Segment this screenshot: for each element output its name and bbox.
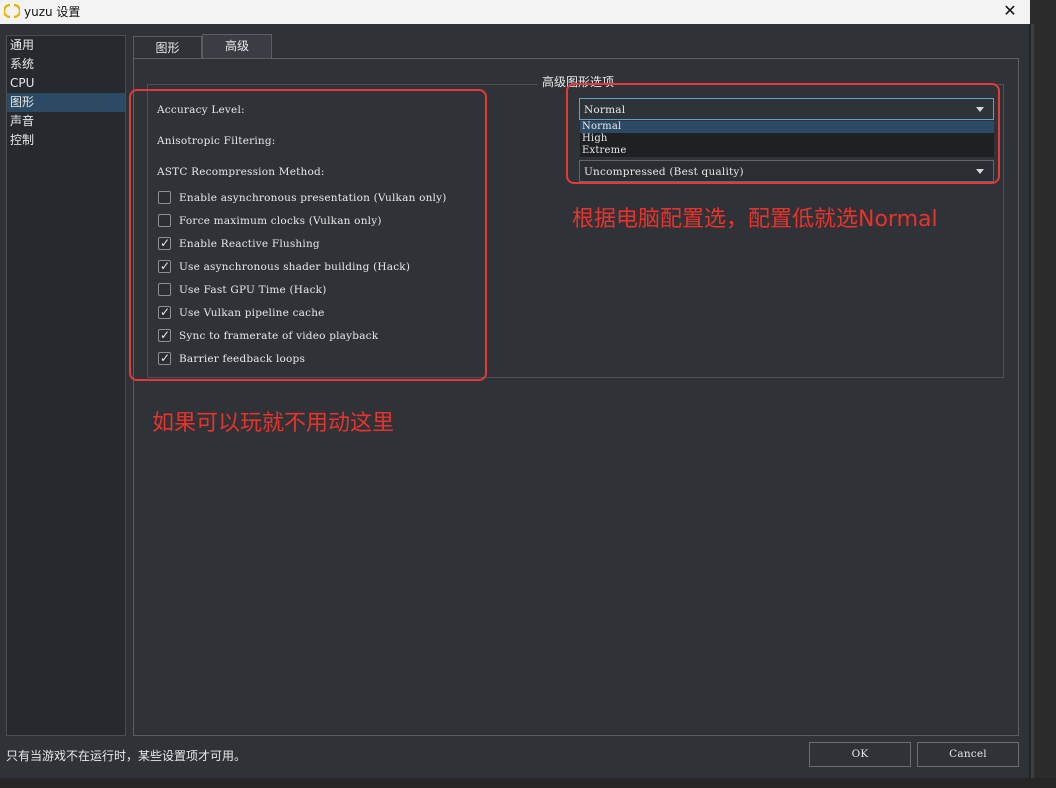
annotation-box-left: [129, 89, 487, 381]
ok-button[interactable]: OK: [809, 742, 911, 767]
sidebar-item-cpu[interactable]: CPU: [7, 74, 125, 93]
window-title: yuzu 设置: [24, 5, 81, 19]
annotation-text-left: 如果可以玩就不用动这里: [152, 411, 395, 436]
yuzu-logo-icon: [2, 3, 22, 19]
annotation-box-right: [566, 83, 1000, 184]
footer-note: 只有当游戏不在运行时，某些设置项才可用。: [6, 749, 247, 763]
sidebar-item-system[interactable]: 系统: [7, 55, 125, 74]
background-bottom: [0, 778, 1056, 788]
tab-graphics[interactable]: 图形: [133, 36, 202, 59]
cancel-button[interactable]: Cancel: [917, 742, 1019, 767]
sidebar-item-audio[interactable]: 声音: [7, 112, 125, 131]
annotation-text-right: 根据电脑配置选，配置低就选Normal: [572, 207, 938, 232]
category-list: 通用 系统 CPU 图形 声音 控制: [6, 35, 126, 736]
background-edge: [1031, 0, 1056, 788]
close-icon[interactable]: ✕: [998, 0, 1022, 24]
tab-advanced[interactable]: 高级: [202, 34, 272, 59]
settings-window: yuzu 设置 ✕ 通用 系统 CPU 图形 声音 控制 图形 高级 高级图形选…: [0, 0, 1030, 778]
title-bar: yuzu 设置 ✕: [0, 0, 1030, 24]
sidebar-item-controls[interactable]: 控制: [7, 131, 125, 150]
sidebar-item-general[interactable]: 通用: [7, 36, 125, 55]
sidebar-item-graphics[interactable]: 图形: [7, 93, 125, 112]
window-shadow: [1031, 24, 1034, 778]
